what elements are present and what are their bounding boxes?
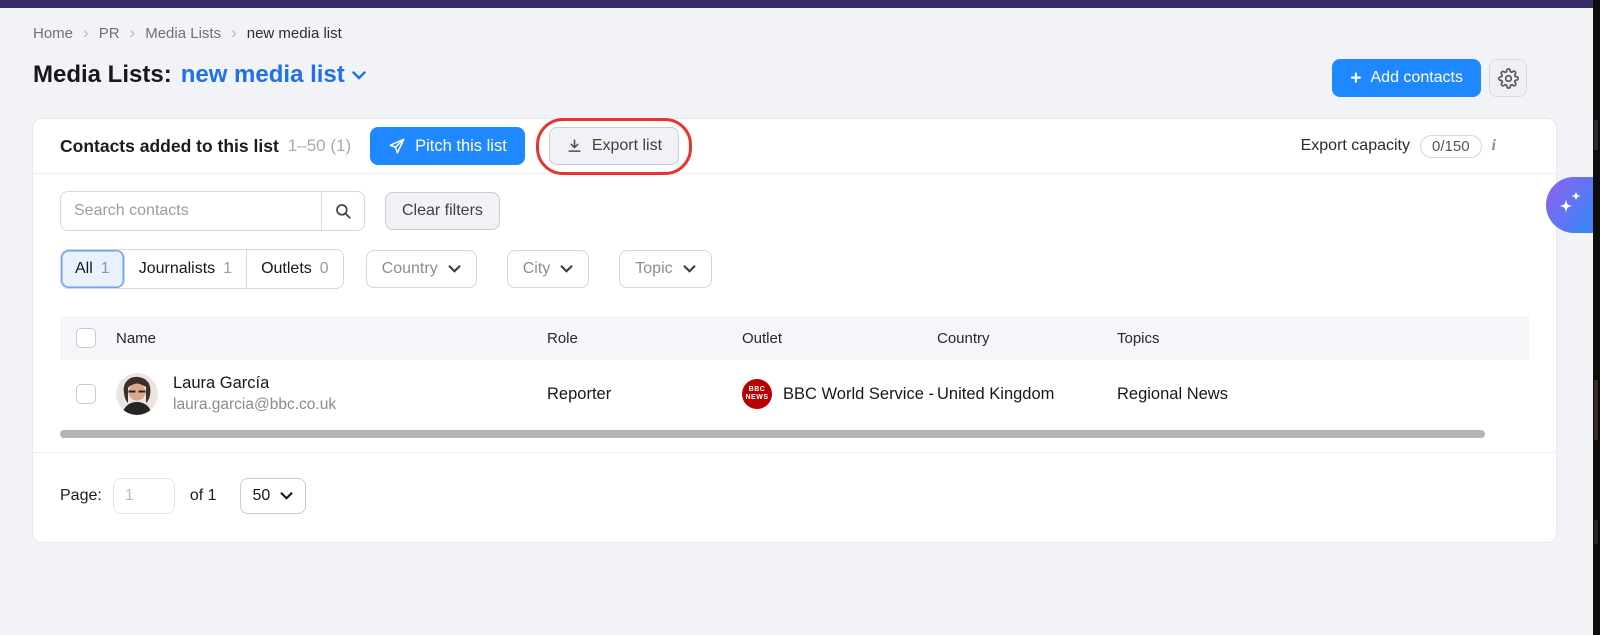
per-page-value: 50 — [253, 487, 271, 505]
gear-icon — [1498, 68, 1519, 89]
list-name-dropdown[interactable]: new media list — [181, 61, 366, 89]
list-name-label: new media list — [181, 61, 345, 89]
ai-assistant-button[interactable] — [1546, 177, 1593, 233]
panel-title: Contacts added to this list — [60, 136, 279, 157]
breadcrumb-pr[interactable]: PR — [99, 25, 120, 42]
search-box — [60, 191, 365, 231]
column-header-country[interactable]: Country — [937, 330, 1117, 347]
add-contacts-label: Add contacts — [1371, 69, 1464, 87]
contact-name-cell: Laura García laura.garcia@bbc.co.uk — [116, 372, 547, 415]
segment-journalists-count: 1 — [223, 260, 232, 278]
add-contacts-button[interactable]: + Add contacts — [1332, 59, 1481, 97]
country-filter-dropdown[interactable]: Country — [366, 250, 477, 288]
background-window-sliver — [1593, 0, 1600, 635]
per-page-select[interactable]: 50 — [240, 478, 307, 514]
export-capacity-badge: 0/150 — [1420, 135, 1482, 158]
settings-button[interactable] — [1489, 59, 1527, 97]
panel-body: Clear filters All 1 Journalists 1 Outlet… — [33, 191, 1556, 514]
search-input[interactable] — [61, 192, 321, 230]
pitch-list-button[interactable]: Pitch this list — [370, 127, 525, 165]
contacts-panel: Contacts added to this list 1–50 (1) Pit… — [32, 118, 1557, 543]
contact-topics: Regional News — [1117, 385, 1529, 404]
clear-filters-label: Clear filters — [402, 202, 483, 220]
chevron-down-icon — [448, 265, 461, 273]
breadcrumb-current: new media list — [247, 25, 342, 42]
table-divider — [33, 452, 1556, 453]
pitch-list-label: Pitch this list — [415, 137, 507, 156]
info-icon[interactable]: i — [1492, 137, 1496, 155]
contacts-range: 1–50 (1) — [288, 136, 351, 156]
page-total: of 1 — [190, 487, 217, 505]
contact-outlet-cell: BBC NEWS BBC World Service - ... — [742, 379, 937, 409]
page-title-prefix: Media Lists: — [33, 61, 172, 89]
chevron-down-icon — [683, 265, 696, 273]
city-filter-label: City — [523, 260, 551, 278]
table-header: Name Role Outlet Country Topics — [60, 316, 1529, 360]
filter-row: All 1 Journalists 1 Outlets 0 Country Ci… — [60, 249, 1529, 289]
export-capacity: Export capacity 0/150 i — [1301, 135, 1496, 158]
country-filter-label: Country — [382, 260, 438, 278]
topic-filter-label: Topic — [635, 260, 672, 278]
chevron-down-icon — [280, 492, 293, 500]
type-segmented-control: All 1 Journalists 1 Outlets 0 — [60, 249, 344, 289]
outlet-logo: BBC NEWS — [742, 379, 772, 409]
contact-country: United Kingdom — [937, 385, 1117, 404]
breadcrumb: Home › PR › Media Lists › new media list — [33, 25, 342, 42]
chevron-right-icon: › — [83, 24, 89, 41]
segment-journalists-label: Journalists — [139, 260, 215, 278]
avatar — [116, 373, 158, 415]
header-actions: + Add contacts — [1332, 59, 1527, 97]
segment-all-label: All — [75, 260, 93, 278]
search-icon — [334, 202, 352, 220]
plus-icon: + — [1350, 69, 1361, 88]
select-all-checkbox[interactable] — [76, 328, 96, 348]
breadcrumb-home[interactable]: Home — [33, 25, 73, 42]
search-row: Clear filters — [60, 191, 1529, 231]
page-label: Page: — [60, 487, 102, 505]
column-header-topics[interactable]: Topics — [1117, 330, 1529, 347]
segment-journalists[interactable]: Journalists 1 — [125, 250, 247, 288]
clear-filters-button[interactable]: Clear filters — [385, 192, 500, 230]
horizontal-scrollbar[interactable] — [60, 430, 1485, 438]
contact-outlet[interactable]: BBC World Service - ... — [783, 385, 937, 404]
column-header-outlet[interactable]: Outlet — [742, 330, 937, 347]
page-title: Media Lists: new media list — [33, 61, 366, 89]
page-number-input[interactable] — [113, 478, 175, 514]
breadcrumb-media-lists[interactable]: Media Lists — [145, 25, 221, 42]
column-header-role[interactable]: Role — [547, 330, 742, 347]
search-submit-button[interactable] — [321, 192, 364, 230]
panel-header: Contacts added to this list 1–50 (1) Pit… — [33, 119, 1556, 174]
segment-outlets[interactable]: Outlets 0 — [247, 250, 343, 288]
download-icon — [566, 138, 583, 155]
export-list-label: Export list — [592, 137, 662, 155]
column-header-name[interactable]: Name — [116, 330, 547, 347]
chevron-right-icon: › — [130, 24, 136, 41]
chevron-down-icon — [352, 71, 366, 80]
export-capacity-label: Export capacity — [1301, 137, 1410, 155]
sparkles-icon — [1555, 189, 1585, 221]
row-checkbox[interactable] — [76, 384, 96, 404]
paper-plane-icon — [388, 137, 406, 155]
contact-name[interactable]: Laura García — [173, 372, 336, 394]
pagination: Page: of 1 50 — [60, 478, 1529, 514]
segment-outlets-count: 0 — [320, 260, 329, 278]
export-list-button[interactable]: Export list — [549, 127, 679, 165]
segment-all-count: 1 — [101, 260, 110, 278]
segment-outlets-label: Outlets — [261, 260, 312, 278]
topic-filter-dropdown[interactable]: Topic — [619, 250, 711, 288]
contact-email[interactable]: laura.garcia@bbc.co.uk — [173, 395, 336, 416]
chevron-right-icon: › — [231, 24, 237, 41]
chevron-down-icon — [560, 265, 573, 273]
city-filter-dropdown[interactable]: City — [507, 250, 590, 288]
segment-all[interactable]: All 1 — [61, 250, 125, 288]
contact-role: Reporter — [547, 385, 742, 404]
table-row[interactable]: Laura García laura.garcia@bbc.co.uk Repo… — [60, 360, 1529, 428]
app-top-accent-bar — [0, 0, 1593, 8]
